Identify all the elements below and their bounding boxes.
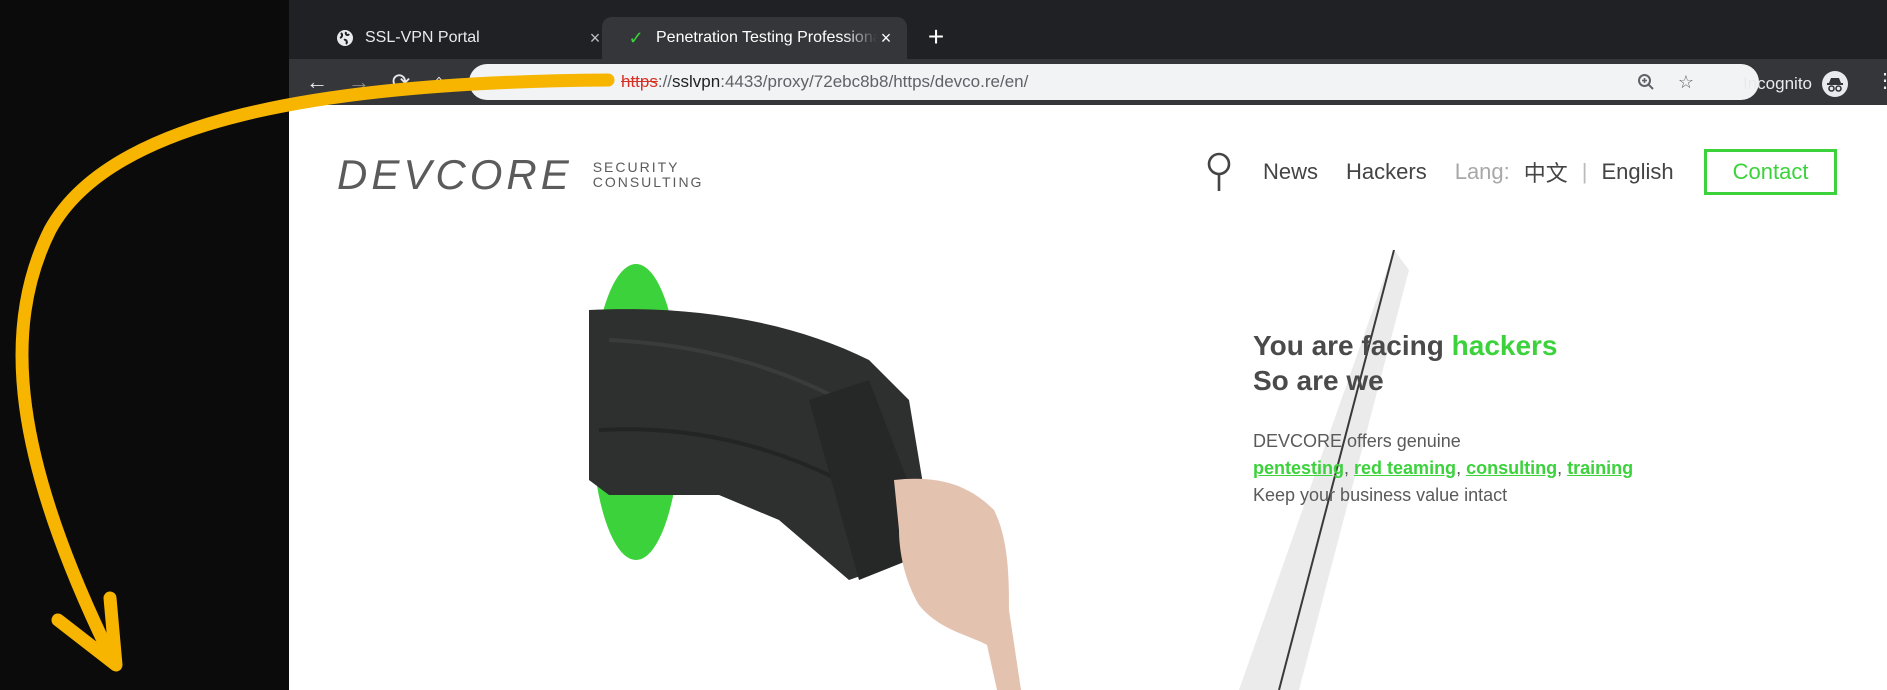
search-icon[interactable]	[1205, 151, 1233, 193]
url-host: sslvpn	[672, 72, 721, 91]
browser-toolbar: ← → ⟳ ⌂ https :// sslvpn :4433 /proxy/72…	[289, 59, 1887, 105]
hero-body: DEVCORE offers genuine pentesting, red t…	[1253, 428, 1633, 509]
reload-icon[interactable]: ⟳	[387, 69, 415, 95]
url-scheme: https	[621, 72, 658, 91]
hero-heading-accent: hackers	[1451, 330, 1558, 361]
back-arrow-icon[interactable]: ←	[303, 69, 331, 95]
incognito-icon	[1822, 71, 1848, 97]
new-tab-button[interactable]: +	[921, 21, 951, 52]
home-icon[interactable]: ⌂	[425, 69, 453, 95]
contact-button[interactable]: Contact	[1703, 149, 1838, 195]
tab-title: SSL-VPN Portal	[365, 29, 480, 46]
logo-wordmark: DEVCORE	[337, 151, 573, 198]
hero-heading-prefix: You are facing	[1253, 330, 1452, 361]
left-backdrop	[0, 0, 289, 690]
hero-heading: You are facing hackers So are we	[1253, 328, 1633, 398]
url-separator: ://	[657, 72, 673, 91]
hand-shape	[894, 478, 1021, 690]
training-link[interactable]: training	[1567, 458, 1633, 478]
hero-copy: You are facing hackers So are we DEVCORE…	[1253, 328, 1633, 509]
close-icon[interactable]: ×	[877, 28, 895, 48]
lang-english-link[interactable]: English	[1602, 159, 1674, 185]
lang-label: Lang:	[1454, 159, 1510, 184]
devcore-logo[interactable]: DEVCORE SECURITY CONSULTING	[337, 151, 703, 199]
globe-icon	[335, 28, 355, 48]
consulting-link[interactable]: consulting	[1466, 458, 1557, 478]
zoom-icon[interactable]	[1635, 71, 1657, 93]
tab-ssl-vpn-portal[interactable]: SSL-VPN Portal ×	[311, 17, 616, 59]
incognito-label: Incognito	[1743, 74, 1812, 93]
lang-chinese-link[interactable]: 中文	[1524, 156, 1568, 188]
webpage: DEVCORE SECURITY CONSULTING News Hackers…	[289, 105, 1887, 690]
site-navigation: News Hackers Lang: 中文 | English Contact	[1205, 149, 1838, 195]
hero-body-line-3: Keep your business value intact	[1253, 485, 1508, 505]
address-bar[interactable]: https :// sslvpn :4433 /proxy/72ebc8b8/h…	[469, 64, 1759, 100]
logo-tagline: SECURITY CONSULTING	[593, 160, 704, 190]
tab-title: Penetration Testing Professional	[656, 29, 877, 46]
logo-tagline-line-1: SECURITY	[592, 159, 680, 175]
nav-hackers-link[interactable]: Hackers	[1346, 159, 1427, 185]
bookmark-star-icon[interactable]: ☆	[1675, 71, 1697, 93]
logo-tagline-line-2: CONSULTING	[592, 174, 704, 190]
tab-strip: SSL-VPN Portal × ✓ Penetration Testing P…	[289, 0, 1887, 59]
nav-news-link[interactable]: News	[1263, 159, 1318, 185]
check-icon: ✓	[628, 27, 644, 48]
services-links: pentesting, red teaming, consulting, tra…	[1253, 458, 1634, 478]
url-port: :4433	[720, 72, 763, 91]
more-menu-icon[interactable]: ⋮	[1875, 71, 1887, 91]
hero-heading-line-2: So are we	[1253, 365, 1384, 396]
browser-window: SSL-VPN Portal × ✓ Penetration Testing P…	[289, 0, 1887, 690]
forward-arrow-icon[interactable]: →	[345, 69, 373, 95]
lang-separator: |	[1581, 159, 1588, 184]
hero-body-line-1: DEVCORE offers genuine	[1253, 431, 1461, 451]
tab-penetration-testing[interactable]: ✓ Penetration Testing Professional ×	[602, 17, 907, 59]
url-path: /proxy/72ebc8b8/https/devco.re/en/	[762, 72, 1029, 91]
incognito-indicator[interactable]: Incognito	[1743, 71, 1848, 97]
red-teaming-link[interactable]: red teaming	[1354, 458, 1456, 478]
pentesting-link[interactable]: pentesting	[1253, 458, 1344, 478]
